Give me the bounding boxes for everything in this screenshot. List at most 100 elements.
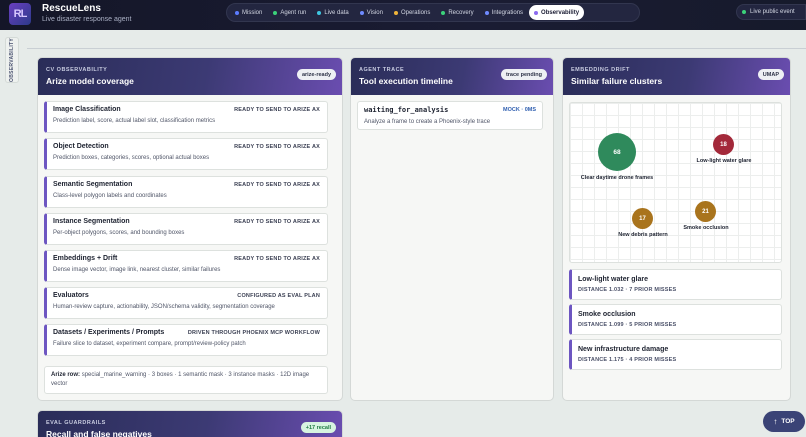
cluster-meta: DISTANCE 1.032 · 7 PRIOR MISSES — [578, 287, 677, 293]
coverage-row[interactable]: Evaluators CONFIGURED AS EVAL PLAN Human… — [44, 287, 328, 319]
agent-trace-card: AGENT TRACE Tool execution timeline trac… — [350, 57, 554, 401]
arize-row-summary: Arize row: special_marine_warning · 3 bo… — [44, 366, 328, 394]
top-button-label: TOP — [781, 418, 795, 425]
status-badge: trace pending — [500, 69, 547, 80]
app-logo: RL — [9, 3, 31, 25]
live-status-dot-icon — [742, 10, 746, 14]
tab-label: Operations — [400, 9, 431, 16]
app-tagline: Live disaster response agent — [42, 16, 132, 23]
live-event-label: Live public event — [750, 9, 795, 15]
cluster-name: Low-light water glare — [578, 276, 649, 283]
tab-label: Vision — [366, 9, 383, 16]
cluster-row[interactable]: Smoke occlusion DISTANCE 1.099 · 5 PRIOR… — [569, 304, 782, 335]
cluster-row[interactable]: Low-light water glare DISTANCE 1.032 · 7… — [569, 269, 782, 300]
coverage-desc: Class-level polygon labels and coordinat… — [53, 193, 167, 199]
brand[interactable]: RL RescueLens Live disaster response age… — [9, 3, 132, 25]
coverage-row[interactable]: Datasets / Experiments / Prompts DRIVEN … — [44, 324, 328, 356]
vision-dot-icon — [359, 10, 364, 15]
coverage-status: READY TO SEND TO ARIZE AX — [234, 256, 320, 262]
coverage-row[interactable]: Object Detection READY TO SEND TO ARIZE … — [44, 138, 328, 170]
card-title: Similar failure clusters — [571, 76, 663, 86]
cluster-bubble[interactable]: 17 — [632, 208, 653, 229]
tab-operations[interactable]: Operations — [389, 5, 435, 20]
operations-dot-icon — [393, 10, 398, 15]
cluster-meta: DISTANCE 1.175 · 4 PRIOR MISSES — [578, 357, 677, 363]
eval-guardrails-card: EVAL GUARDRAILS Recall and false negativ… — [37, 410, 343, 437]
status-badge: arize-ready — [296, 69, 336, 80]
integrations-dot-icon — [484, 10, 489, 15]
cluster-bubble[interactable]: 68 — [598, 133, 636, 171]
card-header: CV OBSERVABILITY Arize model coverage ar… — [38, 58, 342, 95]
section-divider — [27, 48, 806, 49]
cluster-bubble-label: Clear daytime drone frames — [580, 175, 654, 181]
coverage-desc: Prediction label, score, actual label sl… — [53, 118, 216, 124]
live-data-dot-icon — [317, 10, 322, 15]
side-tab-observability[interactable]: OBSERVABILITY — [5, 37, 19, 83]
coverage-desc: Per-object polygons, scores, and boundin… — [53, 230, 185, 236]
coverage-status: READY TO SEND TO ARIZE AX — [234, 219, 320, 225]
tab-label: Mission — [242, 9, 263, 16]
coverage-desc: Human-review capture, actionability, JSO… — [53, 304, 275, 310]
cluster-bubble-label: Low-light water glare — [696, 158, 752, 164]
tab-vision[interactable]: Vision — [355, 5, 388, 20]
tab-label: Integrations — [491, 9, 524, 16]
coverage-status: DRIVEN THROUGH PHOENIX MCP WORKFLOW — [187, 330, 320, 336]
tab-label: Agent run — [280, 9, 307, 16]
coverage-desc: Dense image vector, image link, nearest … — [53, 267, 221, 273]
coverage-row[interactable]: Embeddings + Drift READY TO SEND TO ARIZ… — [44, 250, 328, 282]
app-name: RescueLens — [42, 3, 101, 14]
coverage-status: READY TO SEND TO ARIZE AX — [234, 182, 320, 188]
live-event-button[interactable]: Live public event — [736, 4, 806, 20]
tab-label: Live data — [324, 9, 349, 16]
trace-step[interactable]: waiting_for_analysis MOCK · 0MS Analyze … — [357, 101, 543, 130]
card-header: AGENT TRACE Tool execution timeline trac… — [351, 58, 553, 95]
card-header: EVAL GUARDRAILS Recall and false negativ… — [38, 411, 342, 437]
card-kicker: EMBEDDING DRIFT — [571, 67, 630, 73]
coverage-status: CONFIGURED AS EVAL PLAN — [237, 293, 320, 299]
coverage-row[interactable]: Image Classification READY TO SEND TO AR… — [44, 101, 328, 133]
arize-row-label: Arize row: — [51, 372, 81, 378]
tab-mission[interactable]: Mission — [230, 5, 267, 20]
coverage-status: READY TO SEND TO ARIZE AX — [234, 144, 320, 150]
arrow-up-icon: ↑ — [773, 417, 778, 426]
back-to-top-button[interactable]: ↑ TOP — [763, 411, 805, 432]
status-badge: UMAP — [757, 69, 784, 80]
card-title: Arize model coverage — [46, 76, 134, 86]
cluster-meta: DISTANCE 1.099 · 5 PRIOR MISSES — [578, 322, 677, 328]
recovery-dot-icon — [441, 10, 446, 15]
tab-label: Recovery — [448, 9, 474, 16]
cluster-bubble[interactable]: 18 — [713, 134, 734, 155]
cv-observability-card: CV OBSERVABILITY Arize model coverage ar… — [37, 57, 343, 401]
coverage-desc: Failure slice to dataset, experiment com… — [53, 341, 246, 347]
tab-observability[interactable]: Observability — [529, 5, 585, 20]
card-title: Recall and false negatives — [46, 429, 152, 437]
trace-step-meta: MOCK · 0MS — [503, 107, 536, 113]
cluster-name: New infrastructure damage — [578, 346, 669, 353]
cluster-name: Smoke occlusion — [578, 311, 636, 318]
status-badge: +17 recall — [300, 422, 336, 433]
coverage-status: READY TO SEND TO ARIZE AX — [234, 107, 320, 113]
tab-recovery[interactable]: Recovery — [436, 5, 478, 20]
cluster-bubble[interactable]: 21 — [695, 201, 716, 222]
coverage-row[interactable]: Instance Segmentation READY TO SEND TO A… — [44, 213, 328, 245]
card-kicker: EVAL GUARDRAILS — [46, 420, 106, 426]
arize-row-text: special_marine_warning · 3 boxes · 1 sem… — [51, 372, 310, 387]
coverage-desc: Prediction boxes, categories, scores, op… — [53, 155, 210, 161]
side-tab-label: OBSERVABILITY — [9, 38, 15, 82]
trace-step-desc: Analyze a frame to create a Phoenix-styl… — [364, 119, 491, 125]
cluster-bubble-label: New debris pattern — [618, 232, 668, 238]
agent-run-dot-icon — [273, 10, 278, 15]
tab-label: Observability — [541, 9, 580, 16]
card-kicker: CV OBSERVABILITY — [46, 67, 108, 73]
cluster-bubble-label: Smoke occlusion — [683, 225, 729, 231]
embedding-drift-card: EMBEDDING DRIFT Similar failure clusters… — [562, 57, 791, 401]
cluster-row[interactable]: New infrastructure damage DISTANCE 1.175… — [569, 339, 782, 370]
observability-dot-icon — [534, 10, 539, 15]
umap-cluster-plot: 68 Clear daytime drone frames 18 Low-lig… — [569, 102, 782, 263]
tab-agent-run[interactable]: Agent run — [268, 5, 311, 20]
coverage-row[interactable]: Semantic Segmentation READY TO SEND TO A… — [44, 176, 328, 208]
tab-live-data[interactable]: Live data — [312, 5, 353, 20]
card-header: EMBEDDING DRIFT Similar failure clusters… — [563, 58, 790, 95]
tab-integrations[interactable]: Integrations — [480, 5, 528, 20]
mission-dot-icon — [235, 10, 239, 15]
